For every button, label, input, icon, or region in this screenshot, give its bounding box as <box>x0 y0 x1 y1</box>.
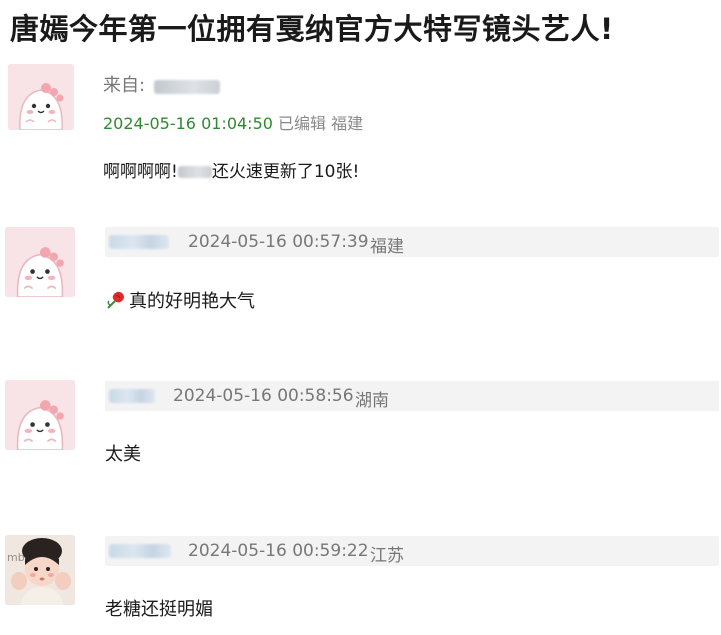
page-title: 唐嫣今年第一位拥有戛纳官方大特写镜头艺人! <box>10 12 614 46</box>
rose-emoji-icon <box>107 291 124 309</box>
commenter-name-redacted[interactable] <box>109 235 169 249</box>
comment-location: 福建 <box>370 237 404 257</box>
author-name-redacted[interactable] <box>154 79 221 94</box>
comment-location: 湖南 <box>355 391 389 411</box>
from-label: 来自: <box>103 75 146 96</box>
comment-header: 2024-05-16 00:59:22 江苏 <box>105 536 719 566</box>
child-avatar-icon[interactable]: mb <box>5 535 75 605</box>
post-text: 啊啊啊啊! 还火速更新了10张! <box>103 157 359 182</box>
comment-location: 江苏 <box>370 546 404 566</box>
commenter-name-redacted[interactable] <box>109 544 171 558</box>
post-text-end: 还火速更新了10张! <box>211 162 360 182</box>
dino-avatar-icon[interactable] <box>5 380 75 450</box>
comment-timestamp: 2024-05-16 00:59:22 <box>188 541 369 561</box>
comment-timestamp: 2024-05-16 00:57:39 <box>188 232 369 252</box>
comment-timestamp: 2024-05-16 00:58:56 <box>173 386 354 406</box>
svg-text:mb: mb <box>7 551 25 564</box>
post-author-line: 来自: <box>103 71 221 97</box>
comment-header: 2024-05-16 00:58:56 湖南 <box>105 381 719 411</box>
comment-text-content: 真的好明艳大气 <box>129 291 255 312</box>
post-text-start: 啊啊啊啊! <box>103 162 178 182</box>
dino-avatar-icon[interactable] <box>5 227 75 297</box>
comment-text: 老糖还挺明媚 <box>105 599 213 620</box>
comment-header: 2024-05-16 00:57:39 福建 <box>105 227 719 257</box>
comment-text: 太美 <box>105 444 141 465</box>
post-timestamp: 2024-05-16 01:04:50 <box>103 114 273 133</box>
post-meta: 2024-05-16 01:04:50 已编辑 福建 <box>103 110 363 134</box>
dino-avatar-icon[interactable] <box>8 64 74 130</box>
post-location: 福建 <box>331 114 364 133</box>
post-text-redacted <box>177 166 212 178</box>
edited-label: 已编辑 <box>278 114 327 133</box>
commenter-name-redacted[interactable] <box>109 389 155 403</box>
comment-text: 真的好明艳大气 <box>105 287 255 313</box>
